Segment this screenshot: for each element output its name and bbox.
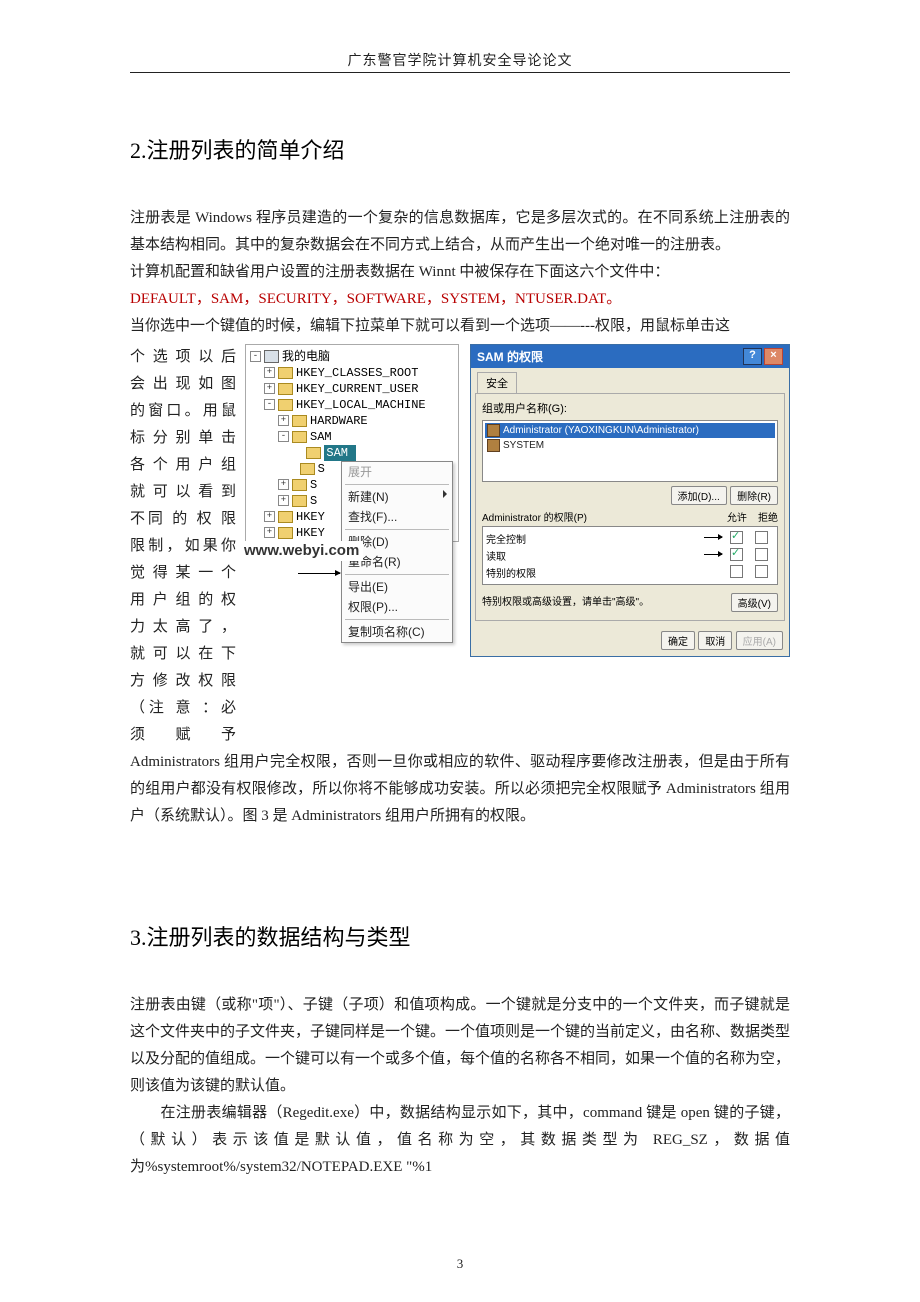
section2-after-figure: Administrators 组用户完全权限，否则一旦你或相应的软件、驱动程序要… bbox=[130, 749, 790, 830]
folder-icon bbox=[306, 447, 321, 459]
tab-security[interactable]: 安全 bbox=[477, 372, 517, 393]
users-listbox[interactable]: Administrator (YAOXINGKUN\Administrator)… bbox=[482, 420, 778, 482]
dialog-title: SAM 的权限 bbox=[477, 350, 543, 364]
expand-icon[interactable]: + bbox=[278, 415, 289, 426]
expand-icon[interactable]: + bbox=[264, 527, 275, 538]
perm-row-special: 特别的权限 bbox=[486, 564, 774, 581]
folder-icon bbox=[278, 383, 293, 395]
registry-tree-panel: -我的电脑 +HKEY_CLASSES_ROOT +HKEY_CURRENT_U… bbox=[245, 344, 459, 542]
cancel-button[interactable]: 取消 bbox=[698, 631, 732, 650]
collapse-icon[interactable]: - bbox=[250, 351, 261, 362]
section3-para1: 注册表由键（或称"项"）、子键（子项）和值项构成。一个键就是分支中的一个文件夹，… bbox=[130, 992, 790, 1100]
folder-icon bbox=[292, 415, 307, 427]
page-header: 广东警官学院计算机安全导论论文 bbox=[130, 50, 790, 70]
checkbox-deny-full[interactable] bbox=[755, 531, 768, 544]
checkbox-allow-full[interactable] bbox=[730, 531, 743, 544]
tree-sam[interactable]: -SAM bbox=[274, 429, 458, 445]
user-icon bbox=[487, 424, 500, 437]
allow-label: 允许 bbox=[727, 513, 747, 524]
tree-root[interactable]: -我的电脑 bbox=[246, 349, 458, 365]
annotation-arrow bbox=[298, 573, 340, 574]
remove-button[interactable]: 删除(R) bbox=[730, 486, 778, 505]
folder-icon bbox=[278, 367, 293, 379]
folder-icon bbox=[292, 495, 307, 507]
tree-hardware[interactable]: +HARDWARE bbox=[274, 413, 458, 429]
perm-row-read: 读取 bbox=[486, 547, 774, 564]
dialog-titlebar: SAM 的权限 × ? bbox=[471, 345, 789, 368]
advanced-button[interactable]: 高级(V) bbox=[731, 593, 778, 612]
section2-title: 2.注册列表的简单介绍 bbox=[130, 133, 790, 165]
header-underline bbox=[130, 72, 790, 73]
dialog-content: 组或用户名称(G): Administrator (YAOXINGKUN\Adm… bbox=[475, 393, 785, 621]
annotation-arrow bbox=[704, 537, 722, 538]
expand-icon[interactable]: + bbox=[278, 479, 289, 490]
close-button[interactable]: × bbox=[764, 348, 783, 365]
menu-new[interactable]: 新建(N) bbox=[342, 487, 452, 507]
folder-icon bbox=[278, 399, 293, 411]
section3-para2: 在注册表编辑器（Regedit.exe）中，数据结构显示如下，其中，comman… bbox=[130, 1100, 790, 1181]
figure-column: -我的电脑 +HKEY_CLASSES_ROOT +HKEY_CURRENT_U… bbox=[245, 344, 790, 657]
expand-icon[interactable]: + bbox=[264, 383, 275, 394]
page-number: 3 bbox=[0, 1256, 920, 1272]
list-item-system[interactable]: SYSTEM bbox=[485, 438, 775, 453]
computer-icon bbox=[264, 350, 279, 363]
collapse-icon[interactable]: - bbox=[278, 431, 289, 442]
perm-row-full: 完全控制 bbox=[486, 530, 774, 547]
checkbox-allow-special[interactable] bbox=[730, 565, 743, 578]
tree-hkcr[interactable]: +HKEY_CLASSES_ROOT bbox=[260, 365, 458, 381]
expand-icon[interactable]: + bbox=[278, 495, 289, 506]
menu-open[interactable]: 展开 bbox=[342, 462, 452, 482]
folder-icon bbox=[292, 479, 307, 491]
folder-icon bbox=[278, 511, 293, 523]
submenu-arrow-icon bbox=[443, 490, 447, 498]
expand-icon[interactable]: + bbox=[264, 367, 275, 378]
tree-hkcu[interactable]: +HKEY_CURRENT_USER bbox=[260, 381, 458, 397]
add-button[interactable]: 添加(D)... bbox=[671, 486, 727, 505]
figure-wrap: 个 选 项 以 后 会 出 现 如 图 的窗口。用鼠 标 分 别 单 击 各 个… bbox=[130, 344, 790, 749]
deny-label: 拒绝 bbox=[758, 513, 778, 524]
watermark: www.webyi.com bbox=[240, 541, 363, 561]
menu-export[interactable]: 导出(E) bbox=[342, 577, 452, 597]
section2-para2-text: 计算机配置和缺省用户设置的注册表数据在 Winnt 中被保存在下面这六个文件中： bbox=[130, 264, 669, 280]
checkbox-allow-read[interactable] bbox=[730, 548, 743, 561]
menu-copy-keyname[interactable]: 复制项名称(C) bbox=[342, 622, 452, 642]
menu-permissions[interactable]: 权限(P)... bbox=[342, 597, 452, 617]
section2-para3: 当你选中一个键值的时候，编辑下拉菜单下就可以看到一个选项——---权限，用鼠标单… bbox=[130, 313, 790, 340]
section2-para2-red: DEFAULT，SAM，SECURITY，SOFTWARE，SYSTEM，NTU… bbox=[130, 291, 621, 307]
tree-sam-selected[interactable]: SAM bbox=[288, 445, 458, 461]
checkbox-deny-special[interactable] bbox=[755, 565, 768, 578]
list-item-admin[interactable]: Administrator (YAOXINGKUN\Administrator) bbox=[485, 423, 775, 438]
tree-hklm[interactable]: -HKEY_LOCAL_MACHINE bbox=[260, 397, 458, 413]
folder-icon bbox=[300, 463, 315, 475]
folder-icon bbox=[292, 431, 307, 443]
checkbox-deny-read[interactable] bbox=[755, 548, 768, 561]
apply-button[interactable]: 应用(A) bbox=[736, 631, 783, 650]
figure-side-text: 个 选 项 以 后 会 出 现 如 图 的窗口。用鼠 标 分 别 单 击 各 个… bbox=[130, 344, 236, 749]
group-users-label: 组或用户名称(G): bbox=[482, 400, 778, 416]
user-icon bbox=[487, 439, 500, 452]
section2-para1: 注册表是 Windows 程序员建造的一个复杂的信息数据库，它是多层次式的。在不… bbox=[130, 205, 790, 259]
expand-icon[interactable]: + bbox=[264, 511, 275, 522]
ok-button[interactable]: 确定 bbox=[661, 631, 695, 650]
special-note: 特别权限或高级设置，请单击"高级"。 bbox=[482, 593, 649, 612]
annotation-arrow bbox=[704, 554, 722, 555]
permissions-box: 完全控制 读取 特别的权限 bbox=[482, 526, 778, 585]
section3-title: 3.注册列表的数据结构与类型 bbox=[130, 920, 790, 952]
permissions-dialog: SAM 的权限 × ? 安全 组或用户名称(G): Administrator … bbox=[470, 344, 790, 657]
collapse-icon[interactable]: - bbox=[264, 399, 275, 410]
menu-find[interactable]: 查找(F)... bbox=[342, 507, 452, 527]
folder-icon bbox=[278, 527, 293, 539]
permissions-for-label: Administrator 的权限(P) bbox=[482, 509, 587, 524]
help-button[interactable]: ? bbox=[743, 348, 762, 365]
section2-para2: 计算机配置和缺省用户设置的注册表数据在 Winnt 中被保存在下面这六个文件中：… bbox=[130, 259, 790, 313]
